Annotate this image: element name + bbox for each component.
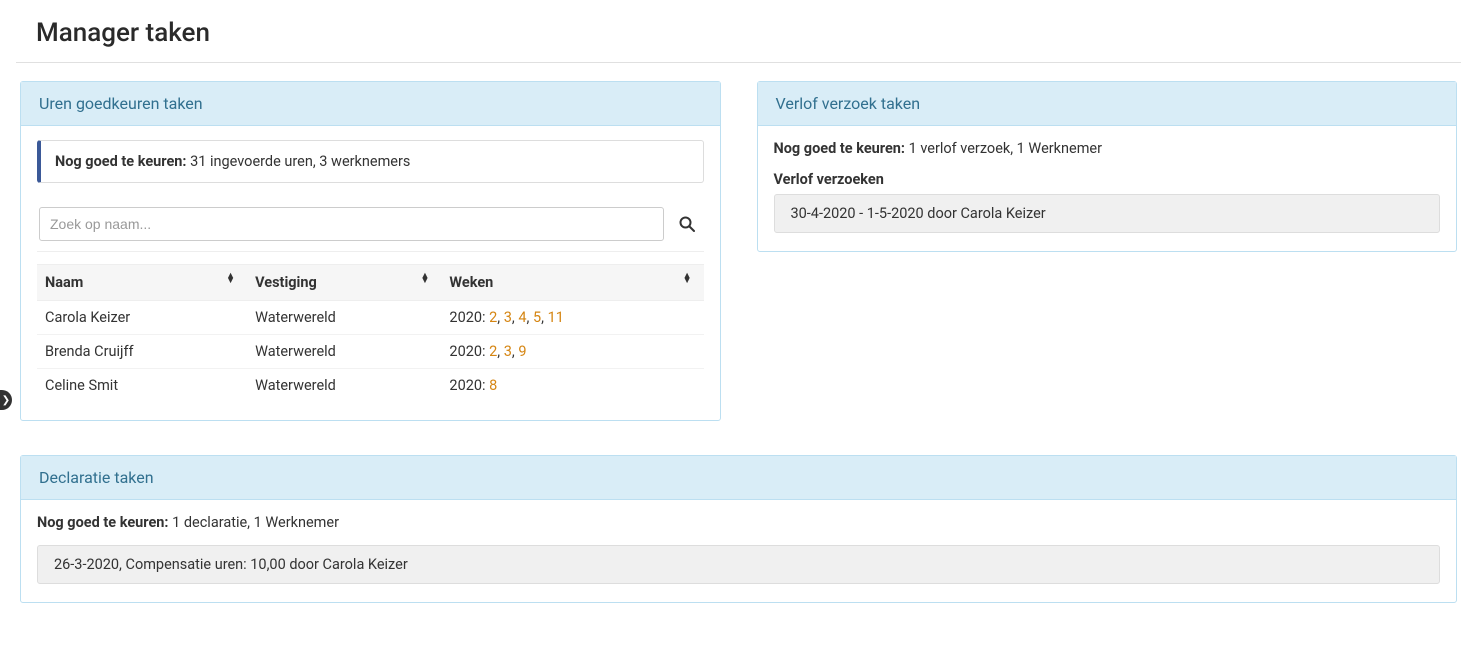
pending-text: 31 ingevoerde uren, 3 werknemers (190, 153, 410, 170)
table-row: Carola KeizerWaterwereld2020: 2, 3, 4, 5… (37, 301, 704, 335)
weeks-year-label: 2020: (449, 377, 489, 394)
cell-weeks: 2020: 2, 3, 9 (441, 335, 703, 369)
panel-header-hours: Uren goedkeuren taken (21, 82, 720, 126)
pending-text: 1 verlof verzoek, 1 Werknemer (909, 140, 1102, 157)
sort-icon: ▲▼ (421, 274, 430, 284)
table-row: Celine SmitWaterwereld2020: 8 (37, 369, 704, 403)
table-row: Brenda CruijffWaterwereld2020: 2, 3, 9 (37, 335, 704, 369)
expense-item[interactable]: 26-3-2020, Compensatie uren: 10,00 door … (37, 545, 1440, 584)
week-link[interactable]: 4 (518, 309, 526, 326)
pending-label: Nog goed te keuren: (37, 514, 168, 531)
search-row (37, 207, 704, 241)
panel-header-leave: Verlof verzoek taken (758, 82, 1457, 126)
column-header-weeks[interactable]: Weken ▲▼ (441, 265, 703, 301)
search-input[interactable] (39, 207, 664, 241)
cell-weeks: 2020: 2, 3, 4, 5, 11 (441, 301, 703, 335)
sort-icon: ▲▼ (683, 274, 692, 284)
cell-location: Waterwereld (247, 369, 441, 403)
week-link[interactable]: 3 (504, 309, 512, 326)
weeks-year-label: 2020: (449, 309, 489, 326)
week-link[interactable]: 8 (489, 377, 497, 394)
leave-subheading: Verlof verzoeken (774, 171, 1441, 188)
panel-body-expenses: Nog goed te keuren: 1 declaratie, 1 Werk… (21, 500, 1456, 602)
panel-body-hours: Nog goed te keuren: 31 ingevoerde uren, … (21, 126, 720, 420)
column-header-name-label: Naam (45, 274, 83, 291)
week-link[interactable]: 11 (548, 309, 564, 326)
sort-icon: ▲▼ (226, 274, 235, 284)
left-edge-handle[interactable]: ❯ (0, 390, 12, 410)
page-divider (16, 62, 1461, 63)
pending-label: Nog goed te keuren: (55, 153, 186, 170)
week-link[interactable]: 3 (504, 343, 512, 360)
search-divider (37, 251, 704, 252)
hours-table: Naam ▲▼ Vestiging ▲▼ Weken ▲▼ (37, 264, 704, 402)
leave-pending-line: Nog goed te keuren: 1 verlof verzoek, 1 … (774, 140, 1441, 157)
cell-name: Celine Smit (37, 369, 247, 403)
search-icon (679, 216, 695, 232)
column-left: Uren goedkeuren taken Nog goed te keuren… (20, 81, 721, 421)
week-link[interactable]: 5 (533, 309, 541, 326)
panel-expenses: Declaratie taken Nog goed te keuren: 1 d… (20, 455, 1457, 603)
panel-body-leave: Nog goed te keuren: 1 verlof verzoek, 1 … (758, 126, 1457, 251)
weeks-year-label: 2020: (449, 343, 489, 360)
column-right: Verlof verzoek taken Nog goed te keuren:… (757, 81, 1458, 421)
cell-name: Brenda Cruijff (37, 335, 247, 369)
panel-header-expenses: Declaratie taken (21, 456, 1456, 500)
pending-label: Nog goed te keuren: (774, 140, 905, 157)
expenses-pending-line: Nog goed te keuren: 1 declaratie, 1 Werk… (37, 514, 1440, 531)
cell-weeks: 2020: 8 (441, 369, 703, 403)
cell-name: Carola Keizer (37, 301, 247, 335)
column-header-location[interactable]: Vestiging ▲▼ (247, 265, 441, 301)
panel-leave-requests: Verlof verzoek taken Nog goed te keuren:… (757, 81, 1458, 252)
leave-request-item[interactable]: 30-4-2020 - 1-5-2020 door Carola Keizer (774, 194, 1441, 233)
page-title: Manager taken (16, 0, 1461, 62)
column-header-location-label: Vestiging (255, 274, 317, 291)
column-header-name[interactable]: Naam ▲▼ (37, 265, 247, 301)
arrow-right-icon: ❯ (2, 395, 10, 406)
week-link[interactable]: 9 (518, 343, 526, 360)
two-column-layout: Uren goedkeuren taken Nog goed te keuren… (16, 81, 1461, 421)
alert-pending-hours: Nog goed te keuren: 31 ingevoerde uren, … (37, 140, 704, 183)
pending-text: 1 declaratie, 1 Werknemer (172, 514, 339, 531)
search-button[interactable] (672, 216, 702, 232)
cell-location: Waterwereld (247, 335, 441, 369)
panel-hours-approval: Uren goedkeuren taken Nog goed te keuren… (20, 81, 721, 421)
column-header-weeks-label: Weken (449, 274, 493, 291)
cell-location: Waterwereld (247, 301, 441, 335)
